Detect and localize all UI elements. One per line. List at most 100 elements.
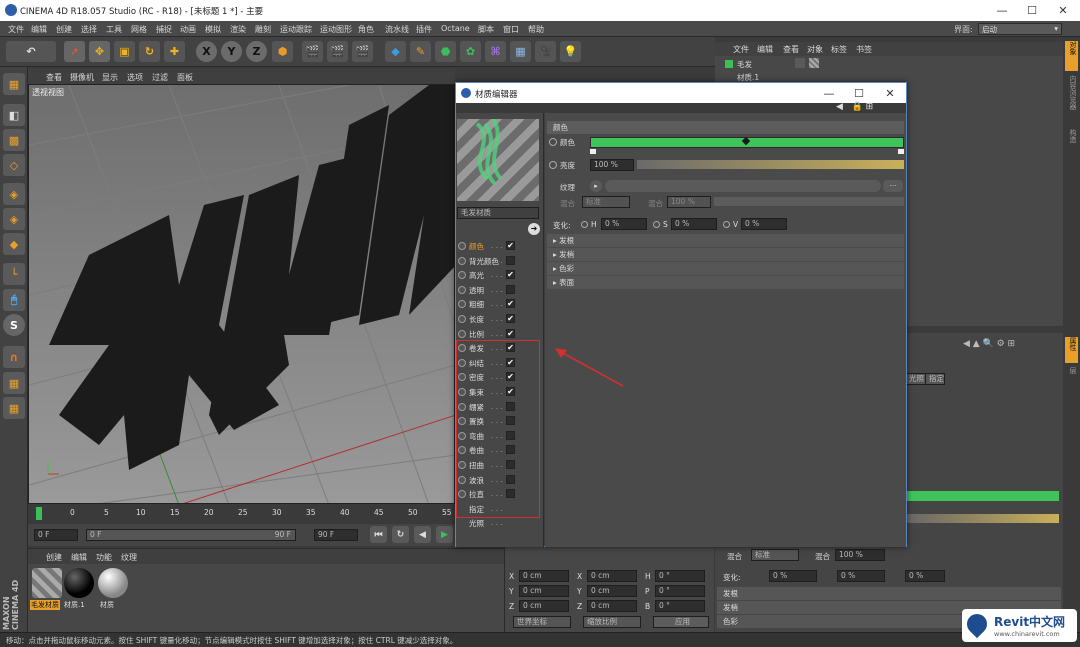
array-cloner-icon[interactable]: ✿ — [460, 41, 481, 62]
model-mode-icon[interactable]: ◧ — [3, 104, 25, 126]
select-arrow-icon[interactable]: ➚ — [64, 41, 85, 62]
minimize-button[interactable]: — — [987, 3, 1017, 18]
channel-item[interactable]: 卷发 . . . ✔ — [458, 342, 540, 355]
size-z-field[interactable]: 0 cm — [587, 600, 637, 612]
rotation-p-field[interactable]: 0 ° — [655, 585, 705, 597]
menu-help[interactable]: 帮助 — [528, 24, 544, 35]
tab-attributes[interactable]: 属性 — [1065, 337, 1078, 363]
tab-object[interactable]: 对象 — [1065, 41, 1078, 71]
menu-octane[interactable]: Octane — [441, 24, 470, 33]
channel-radio-icon[interactable] — [458, 446, 466, 455]
render-view-icon[interactable]: 🎬 — [302, 41, 323, 62]
channel-radio-icon[interactable] — [458, 490, 466, 499]
checkbox-unchecked-icon[interactable] — [506, 416, 515, 426]
variation-s-radio[interactable] — [653, 221, 660, 228]
material-menu-function[interactable]: 功能 — [96, 552, 112, 563]
menu-pipeline[interactable]: 流水线 — [385, 24, 409, 35]
magnet-icon[interactable]: ∩ — [3, 346, 25, 368]
gradient-start-knot[interactable] — [590, 149, 596, 154]
channel-radio-icon[interactable] — [458, 271, 466, 280]
texture-mode-icon[interactable]: ▩ — [3, 129, 25, 151]
go-to-start-icon[interactable]: ⏮ — [370, 526, 387, 543]
variation-h-field[interactable]: 0 % — [769, 570, 817, 582]
channel-radio-icon[interactable] — [458, 242, 466, 250]
channel-item[interactable]: 集束 . . . ✔ — [458, 386, 540, 399]
points-mode-icon[interactable]: ◈ — [3, 183, 25, 205]
undo-button[interactable]: ↶ — [6, 41, 56, 62]
loop-icon[interactable]: ↻ — [392, 526, 409, 543]
dialog-minimize-button[interactable]: — — [814, 86, 844, 101]
checkbox-unchecked-icon[interactable] — [506, 430, 515, 440]
channel-item[interactable]: 置换 . . . — [458, 415, 540, 428]
channel-item[interactable]: 背光颜色. . . — [458, 255, 540, 268]
floor-environment-icon[interactable]: ▦ — [510, 41, 531, 62]
make-editable-icon[interactable]: ▦ — [3, 73, 25, 95]
workplane-lock-icon[interactable]: ▦ — [3, 372, 25, 394]
channel-item[interactable]: 高光 . . . ✔ — [458, 269, 540, 282]
rotate-tool-icon[interactable]: ↻ — [139, 41, 160, 62]
object-menu-edit[interactable]: 编辑 — [757, 44, 773, 55]
channel-radio-icon[interactable] — [458, 315, 466, 323]
grid-icon[interactable]: ▦ — [3, 397, 25, 419]
camera-icon[interactable]: 🎥 — [535, 41, 556, 62]
viewport-menu-display[interactable]: 显示 — [102, 72, 118, 83]
size-mode-dropdown[interactable]: 缩放比例 — [583, 616, 641, 628]
apply-button[interactable]: 应用 — [653, 616, 709, 628]
section-root[interactable]: ▸ 发根 — [547, 234, 904, 247]
variation-s-field[interactable]: 0 % — [837, 570, 885, 582]
close-button[interactable]: ✕ — [1048, 3, 1078, 18]
dialog-nav-icons[interactable]: ◀ 🔒 ⊞ — [836, 102, 873, 112]
coordinate-system-icon[interactable]: ⬢ — [272, 41, 293, 62]
axis-mode-icon[interactable]: └ — [3, 263, 25, 285]
viewport-menu-options[interactable]: 选项 — [127, 72, 143, 83]
channel-item[interactable]: 比例 . . . ✔ — [458, 328, 540, 341]
variation-v-field[interactable]: 0 % — [905, 570, 945, 582]
viewport-menu-camera[interactable]: 摄像机 — [70, 72, 94, 83]
material-tag-icon[interactable] — [809, 58, 819, 68]
viewport-menu-panel[interactable]: 面板 — [177, 72, 193, 83]
brightness-animate-radio[interactable] — [549, 161, 557, 169]
menu-animate[interactable]: 动画 — [180, 24, 196, 35]
workplane-icon[interactable]: ◇ — [3, 154, 25, 176]
checkbox-unchecked-icon[interactable] — [506, 489, 515, 499]
channel-radio-icon[interactable] — [458, 300, 466, 309]
transform-tool-icon[interactable]: ✚ — [164, 41, 185, 62]
variation-s-input[interactable]: 0 % — [671, 218, 717, 230]
channel-item[interactable]: 卷曲 . . . — [458, 444, 540, 457]
checkbox-checked-icon[interactable]: ✔ — [506, 343, 515, 353]
step-back-icon[interactable]: ◀ — [414, 526, 431, 543]
tab-structure[interactable]: 构造 — [1065, 129, 1078, 155]
coordinate-mode-dropdown[interactable]: 世界坐标 — [513, 616, 571, 628]
menu-window[interactable]: 窗口 — [503, 24, 519, 35]
menu-simulate[interactable]: 模拟 — [205, 24, 221, 35]
checkbox-unchecked-icon[interactable] — [506, 445, 515, 455]
material-name-field[interactable]: 毛发材质 — [457, 207, 539, 219]
brightness-slider[interactable] — [905, 514, 1059, 523]
playhead-marker[interactable] — [36, 507, 42, 520]
channel-item[interactable]: 指定 . . . — [458, 503, 540, 516]
section-surface[interactable]: ▸ 表面 — [547, 276, 904, 289]
variation-v-input[interactable]: 0 % — [741, 218, 787, 230]
channel-radio-icon[interactable] — [458, 358, 466, 367]
channel-radio-icon[interactable] — [458, 461, 466, 469]
menu-motion-tracking[interactable]: 运动跟踪 — [280, 24, 312, 35]
object-menu-object[interactable]: 对象 — [807, 44, 823, 55]
preview-range-slider[interactable]: 0 F 90 F — [86, 529, 296, 541]
menu-script[interactable]: 脚本 — [478, 24, 494, 35]
pen-spline-icon[interactable]: ✎ — [410, 41, 431, 62]
attributes-nav-icons[interactable]: ◀ ▲ 🔍 ⚙ ⊞ — [963, 339, 1063, 351]
channel-radio-icon[interactable] — [458, 402, 466, 411]
checkbox-checked-icon[interactable]: ✔ — [506, 387, 515, 396]
material-menu-create[interactable]: 创建 — [46, 552, 62, 563]
viewport-menu-filter[interactable]: 过滤 — [152, 72, 168, 83]
dialog-close-button[interactable]: ✕ — [875, 86, 905, 101]
checkbox-checked-icon[interactable]: ✔ — [506, 328, 515, 338]
checkbox-checked-icon[interactable]: ✔ — [506, 299, 515, 309]
section-root[interactable]: 发根 — [717, 587, 1061, 600]
subdivision-icon[interactable]: ⬣ — [435, 41, 456, 62]
channel-item[interactable]: 粗细 . . . ✔ — [458, 298, 540, 311]
checkbox-unchecked-icon[interactable] — [506, 401, 515, 411]
checkbox-unchecked-icon[interactable] — [506, 460, 515, 469]
menu-mograph[interactable]: 运动图形 — [320, 24, 352, 35]
mix-mode-dropdown-disabled[interactable]: 标准 — [582, 196, 630, 208]
